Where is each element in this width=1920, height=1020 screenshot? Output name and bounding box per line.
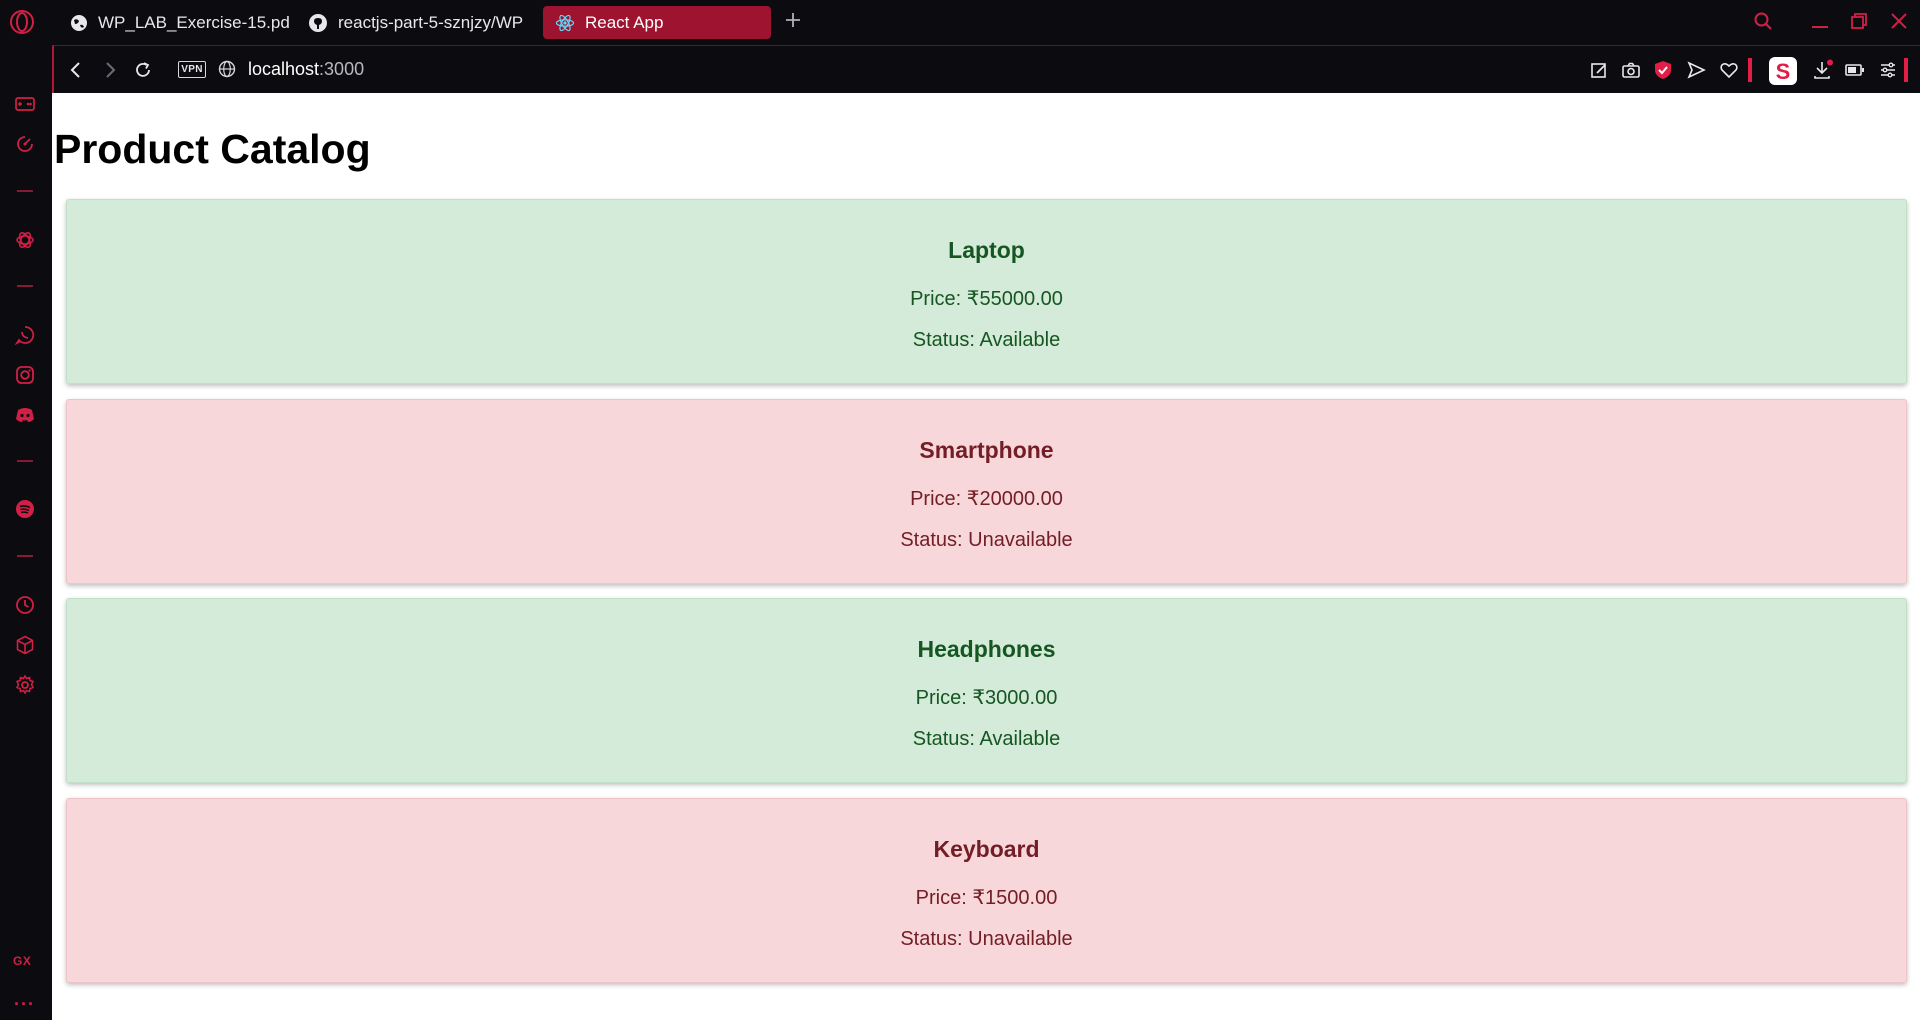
svg-text:S: S	[1776, 59, 1791, 84]
new-tab-plus-icon[interactable]	[784, 11, 802, 29]
product-status: Status: Available	[912, 728, 1061, 750]
page-title: Product Catalog	[54, 126, 371, 172]
chatgpt-icon[interactable]	[13, 228, 37, 252]
product-card-headphones: Headphones Price: ₹3000.00 Status: Avail…	[66, 598, 1907, 783]
product-card-laptop: Laptop Price: ₹55000.00 Status: Availabl…	[66, 199, 1907, 384]
easy-setup-icon[interactable]	[1877, 59, 1899, 81]
extensions-icon[interactable]	[13, 633, 37, 657]
gx-label[interactable]: GX	[13, 954, 31, 968]
downloads-icon[interactable]	[1812, 59, 1834, 81]
extension-s-icon[interactable]: S	[1768, 56, 1798, 86]
product-name: Headphones	[917, 636, 1056, 662]
product-name: Keyboard	[933, 836, 1040, 862]
restore-icon[interactable]	[1846, 8, 1872, 34]
tab-title: React App	[585, 12, 664, 32]
url-host: localhost	[248, 59, 320, 79]
product-status: Status: Unavailable	[900, 928, 1073, 950]
game-controller-icon[interactable]	[13, 92, 37, 116]
tab-github[interactable]: reactjs-part-5-sznjzy/WP	[296, 6, 524, 39]
tab-title: WP_LAB_Exercise-15.pdf	[98, 12, 290, 32]
sidebar: GX ···	[0, 44, 50, 1020]
reload-icon[interactable]	[131, 58, 155, 82]
product-status: Status: Available	[912, 329, 1061, 351]
react-icon	[555, 13, 575, 33]
toolbar-divider	[1748, 58, 1752, 82]
sidebar-more-icon[interactable]: ···	[14, 994, 35, 1015]
sidebar-divider	[17, 285, 33, 287]
vpn-badge[interactable]: VPN	[178, 61, 206, 78]
send-icon[interactable]	[1685, 59, 1707, 81]
camera-icon[interactable]	[1620, 59, 1642, 81]
discord-icon[interactable]	[13, 403, 37, 427]
sidebar-divider	[17, 555, 33, 557]
product-name: Smartphone	[919, 437, 1054, 463]
product-price: Price: ₹20000.00	[910, 488, 1063, 510]
back-icon[interactable]	[64, 58, 88, 82]
product-price: Price: ₹55000.00	[910, 288, 1063, 310]
github-icon	[308, 13, 328, 33]
close-icon[interactable]	[1886, 8, 1912, 34]
toolbar-edge-bar	[1904, 58, 1908, 82]
product-name: Laptop	[948, 237, 1025, 263]
product-card-smartphone: Smartphone Price: ₹20000.00 Status: Unav…	[66, 399, 1907, 584]
product-status: Status: Unavailable	[900, 529, 1073, 551]
whatsapp-icon[interactable]	[13, 323, 37, 347]
tab-pdf[interactable]: WP_LAB_Exercise-15.pdf	[58, 6, 290, 39]
settings-icon[interactable]	[13, 673, 37, 697]
sidebar-divider	[17, 190, 33, 192]
sidebar-divider	[17, 460, 33, 462]
site-info-globe-icon[interactable]	[218, 60, 236, 78]
tab-bar: WP_LAB_Exercise-15.pdf reactjs-part-5-sz…	[0, 0, 1920, 44]
url-port: :3000	[319, 59, 365, 79]
search-tabs-icon[interactable]	[1750, 8, 1776, 34]
minimize-icon[interactable]	[1807, 8, 1833, 34]
speed-dial-icon[interactable]	[13, 132, 37, 156]
product-price: Price: ₹3000.00	[915, 687, 1058, 709]
instagram-icon[interactable]	[13, 363, 37, 387]
page-content: Product Catalog Laptop Price: ₹55000.00 …	[52, 93, 1920, 1020]
tab-react-app[interactable]: React App	[543, 6, 771, 39]
globe-icon	[70, 13, 88, 33]
tab-title: reactjs-part-5-sznjzy/WP	[338, 12, 524, 32]
product-price: Price: ₹1500.00	[915, 887, 1058, 909]
snap-edit-icon[interactable]	[1588, 59, 1610, 81]
product-card-keyboard: Keyboard Price: ₹1500.00 Status: Unavail…	[66, 798, 1907, 983]
url-field[interactable]: localhost:3000	[248, 59, 364, 80]
address-bar: VPN localhost:3000 S	[52, 45, 1920, 94]
battery-icon[interactable]	[1844, 59, 1866, 81]
spotify-icon[interactable]	[13, 497, 37, 521]
history-icon[interactable]	[13, 593, 37, 617]
forward-icon[interactable]	[98, 58, 122, 82]
adblock-shield-icon[interactable]	[1652, 59, 1674, 81]
opera-logo-icon[interactable]	[9, 9, 35, 35]
heart-icon[interactable]	[1718, 59, 1740, 81]
